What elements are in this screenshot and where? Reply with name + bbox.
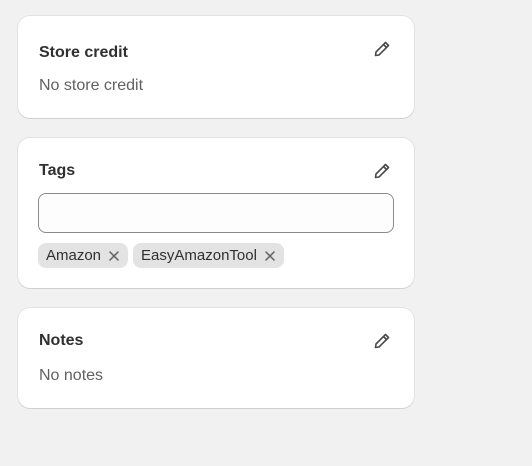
x-icon bbox=[109, 250, 119, 261]
pencil-icon bbox=[374, 163, 390, 179]
tag-label: EasyAmazonTool bbox=[141, 247, 257, 264]
store-credit-card: Store credit No store credit bbox=[18, 16, 414, 118]
remove-tag-amazon-button[interactable] bbox=[105, 247, 123, 265]
store-credit-title: Store credit bbox=[39, 44, 128, 61]
tags-title: Tags bbox=[39, 162, 76, 179]
notes-title: Notes bbox=[39, 332, 84, 349]
tags-list: Amazon EasyAmazonTool bbox=[38, 243, 284, 268]
remove-tag-easyamazontool-button[interactable] bbox=[261, 247, 279, 265]
x-icon bbox=[265, 250, 275, 261]
edit-store-credit-button[interactable] bbox=[370, 37, 394, 61]
notes-card: Notes No notes bbox=[18, 308, 414, 408]
pencil-icon bbox=[374, 41, 390, 57]
notes-value: No notes bbox=[39, 367, 104, 384]
edit-tags-button[interactable] bbox=[370, 159, 394, 183]
tags-input[interactable] bbox=[38, 193, 394, 233]
store-credit-value: No store credit bbox=[39, 77, 144, 94]
edit-notes-button[interactable] bbox=[370, 329, 394, 353]
tag-easyamazontool: EasyAmazonTool bbox=[133, 243, 284, 268]
tag-amazon: Amazon bbox=[38, 243, 129, 268]
tags-card: Tags Amazon EasyAmazonTool bbox=[18, 138, 414, 288]
tag-label: Amazon bbox=[46, 247, 102, 264]
pencil-icon bbox=[374, 333, 390, 349]
